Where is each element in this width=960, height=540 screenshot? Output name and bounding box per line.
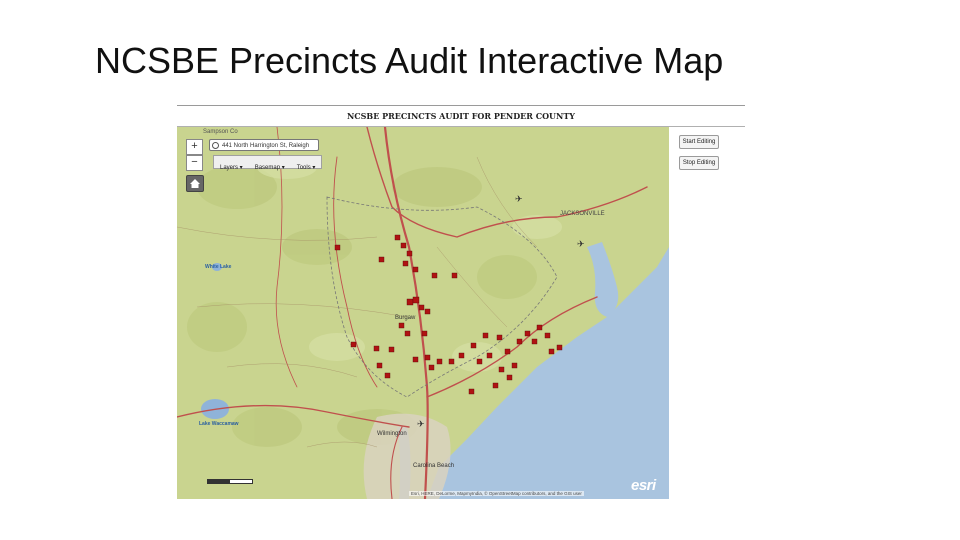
precinct-marker (378, 256, 385, 263)
map-app-frame: NCSBE PRECINCTS AUDIT FOR PENDER COUNTY … (177, 103, 745, 499)
map-label-wilmington: Wilmington (377, 431, 407, 437)
precinct-marker (486, 352, 493, 359)
map-label-lake-waccamaw: Lake Waccamaw (199, 421, 239, 427)
precinct-marker (412, 266, 419, 273)
map-label-carolina-beach: Carolina Beach (413, 463, 455, 469)
precinct-marker (496, 334, 503, 341)
app-header: NCSBE PRECINCTS AUDIT FOR PENDER COUNTY (346, 111, 576, 121)
zoom-in-button[interactable]: + (186, 139, 203, 155)
precinct-marker (424, 308, 431, 315)
precinct-marker (468, 388, 475, 395)
header-rule (177, 105, 745, 106)
airport-icon: ✈ (417, 420, 425, 430)
precinct-marker (384, 372, 391, 379)
address-search-input[interactable]: 441 North Harrington St, Raleigh (209, 139, 319, 151)
precinct-marker (504, 348, 511, 355)
precinct-marker (394, 234, 401, 241)
precinct-marker (388, 346, 395, 353)
map-label-burgaw: Burgaw (395, 315, 416, 321)
precinct-marker (448, 358, 455, 365)
slide-title: NCSBE Precincts Audit Interactive Map (95, 40, 724, 81)
stop-editing-button[interactable]: Stop Editing (679, 156, 719, 170)
precinct-marker (556, 344, 563, 351)
precinct-marker (373, 345, 380, 352)
map-attribution: Esri, HERE, DeLorme, MapmyIndia, © OpenS… (409, 491, 584, 496)
precinct-marker (376, 362, 383, 369)
esri-logo: esri (631, 477, 656, 494)
zoom-out-button[interactable]: − (186, 155, 203, 171)
start-editing-button[interactable]: Start Editing (679, 135, 719, 149)
precinct-marker (412, 356, 419, 363)
basemap-menu[interactable]: Basemap ▾ (249, 162, 291, 174)
map-toolbar: Layers ▾ Basemap ▾ Tools ▾ (213, 155, 323, 171)
precinct-marker (544, 332, 551, 339)
precinct-marker (536, 324, 543, 331)
precinct-marker (436, 358, 443, 365)
precinct-marker (516, 338, 523, 345)
precinct-marker (482, 332, 489, 339)
search-icon (212, 142, 219, 149)
precinct-marker (431, 272, 438, 279)
precinct-marker (428, 364, 435, 371)
home-icon (190, 179, 200, 188)
precinct-marker (406, 250, 413, 257)
precinct-marker (451, 272, 458, 279)
precinct-marker (524, 330, 531, 337)
precinct-marker (476, 358, 483, 365)
layers-menu[interactable]: Layers ▾ (214, 162, 249, 174)
precinct-marker (458, 352, 465, 359)
airport-icon: ✈ (515, 195, 523, 205)
map-label-white-lake: White Lake (205, 264, 232, 270)
tools-menu[interactable]: Tools ▾ (291, 162, 322, 174)
precinct-marker (511, 362, 518, 369)
map-label-sampson: Sampson Co (203, 129, 238, 135)
map-label-jacksonville: JACKSONVILLE (560, 211, 605, 217)
home-button[interactable] (186, 175, 204, 192)
scale-bar (207, 479, 253, 484)
precinct-marker (406, 298, 414, 306)
precinct-marker (470, 342, 477, 349)
precinct-marker (334, 244, 341, 251)
precinct-marker (400, 242, 407, 249)
precinct-marker (492, 382, 499, 389)
precinct-marker (404, 330, 411, 337)
precinct-marker (412, 296, 420, 304)
precinct-marker (402, 260, 409, 267)
precinct-marker (498, 366, 505, 373)
precinct-marker (531, 338, 538, 345)
precinct-marker (350, 341, 357, 348)
precinct-marker (421, 330, 428, 337)
map-svg: ✈ ✈ ✈ (177, 127, 669, 499)
precinct-marker (424, 354, 431, 361)
precinct-marker (506, 374, 513, 381)
airport-icon: ✈ (577, 240, 585, 250)
precinct-marker (398, 322, 405, 329)
search-value: 441 North Harrington St, Raleigh (222, 143, 310, 149)
precinct-marker (418, 304, 425, 311)
map-canvas[interactable]: ✈ ✈ ✈ Sampson Co White Lake Lake Waccama… (177, 127, 669, 499)
precinct-marker (548, 348, 555, 355)
